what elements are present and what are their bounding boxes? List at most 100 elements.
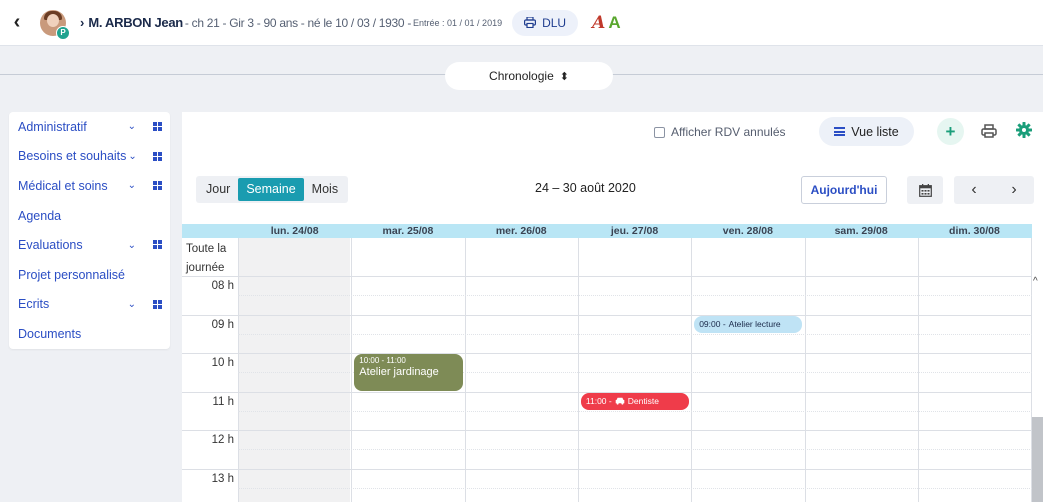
day-header[interactable]: lun. 24/08: [238, 224, 351, 238]
day-header[interactable]: sam. 29/08: [805, 224, 918, 238]
time-gutter: Toute la journée 08 h 09 h 10 h 11 h 12 h 13 …: [182, 238, 238, 502]
chevron-down-icon[interactable]: ⌄: [128, 151, 136, 162]
patient-avatar[interactable]: P: [40, 9, 70, 40]
half-hour-line: [238, 295, 1032, 297]
dlu-button[interactable]: DLU: [512, 9, 579, 36]
scrollbar-thumb[interactable]: [1032, 417, 1043, 502]
hour-line: [182, 430, 1032, 431]
day-column-divider: [917, 238, 919, 502]
half-hour-line: [238, 410, 1032, 412]
show-cancelled-label: Afficher RDV annulés: [671, 125, 786, 139]
calendar-event[interactable]: 11:00 - Dentiste: [580, 392, 690, 410]
view-tab-jour[interactable]: Jour: [198, 178, 238, 201]
sidebar-item-label: Ecrits: [18, 297, 50, 312]
hour-label: 10 h: [211, 357, 234, 369]
sidebar-item-label: Besoins et souhaits: [18, 149, 127, 164]
patient-info: - ch 21 - Gir 3 - 90 ans - né le 10 / 03…: [184, 15, 412, 30]
calendar-event[interactable]: 09:00 - Atelier lecture: [694, 315, 803, 333]
grid-icon[interactable]: [153, 151, 162, 161]
hour-label: 09 h: [211, 318, 234, 331]
event-time: 09:00 -: [699, 319, 726, 330]
day-column-divider: [351, 238, 353, 502]
sort-caret-icon: ⬍: [559, 70, 569, 83]
day-header[interactable]: mer. 26/08: [465, 224, 578, 238]
sidebar-item-projet-personnalisé[interactable]: Projet personnalisé: [9, 260, 170, 290]
chevron-down-icon[interactable]: ⌄: [128, 121, 136, 132]
avatar-badge: P: [56, 25, 70, 40]
chevron-down-icon[interactable]: ⌄: [128, 299, 136, 310]
week-calendar: lun. 24/08 mar. 25/08 mer. 26/08 jeu. 27/08…: [182, 224, 1032, 502]
print-icon: [524, 17, 537, 28]
hour-line: [182, 353, 1032, 354]
list-view-button[interactable]: Vue liste: [819, 117, 914, 146]
avatar-face: [47, 13, 59, 27]
calendar-event[interactable]: 10:00 - 11:00 Atelier jardinage: [354, 354, 463, 391]
show-cancelled-checkbox[interactable]: Afficher RDV annulés: [654, 125, 786, 139]
event-title: Atelier jardinage: [359, 366, 439, 378]
day-header[interactable]: ven. 28/08: [691, 224, 804, 238]
grid-icon[interactable]: [153, 181, 162, 191]
sidebar: Administratif ⌄ Besoins et souhaits ⌄ Médica…: [9, 112, 170, 349]
day-header[interactable]: dim. 30/08: [918, 224, 1031, 238]
allday-label: Toute la journée: [186, 243, 227, 274]
view-tab-semaine[interactable]: Semaine: [238, 178, 304, 201]
logo-a-icon: A: [592, 12, 606, 33]
day-column-divider: [238, 238, 239, 502]
sidebar-item-label: Evaluations: [18, 238, 83, 253]
grid-icon[interactable]: [153, 299, 162, 309]
day-header[interactable]: mar. 25/08: [351, 224, 464, 238]
monday-shade: [238, 238, 350, 502]
calendar-nav: Jour Semaine Mois 24 – 30 août 2020 Aujour…: [182, 176, 1043, 206]
add-event-button[interactable]: +: [937, 118, 964, 145]
chevron-down-icon[interactable]: ⌄: [128, 240, 136, 251]
half-hour-line: [238, 333, 1032, 335]
back-button[interactable]: ‹: [0, 0, 34, 46]
chronologie-select[interactable]: Chronologie ⬍: [445, 62, 613, 90]
today-button[interactable]: Aujourd'hui: [801, 176, 887, 204]
hour-label: 11 h: [212, 395, 234, 408]
list-view-label: Vue liste: [851, 124, 899, 139]
gear-icon[interactable]: [1015, 121, 1033, 139]
calendar-picker-button[interactable]: [907, 176, 943, 204]
sidebar-item-besoins-et-souhaits[interactable]: Besoins et souhaits ⌄: [9, 142, 170, 172]
sidebar-item-documents[interactable]: Documents: [9, 319, 170, 349]
calendar-icon: [918, 183, 932, 197]
chevron-right-icon: ›: [80, 15, 85, 30]
event-title: Atelier lecture: [728, 319, 781, 330]
sidebar-item-label: Médical et soins: [18, 178, 108, 193]
day-column-divider: [464, 238, 466, 502]
view-tab-mois[interactable]: Mois: [304, 178, 346, 201]
event-time: 10:00 - 11:00: [359, 356, 406, 365]
grid-icon[interactable]: [153, 122, 162, 131]
logo-leaf-icon: A: [608, 12, 621, 32]
grid-icon[interactable]: [153, 240, 162, 250]
sidebar-item-médical-et-soins[interactable]: Médical et soins ⌄: [9, 171, 170, 201]
day-column-divider: [691, 238, 693, 502]
sidebar-item-label: Projet personnalisé: [18, 267, 126, 282]
half-hour-line: [238, 449, 1032, 451]
sidebar-item-label: Administratif: [18, 119, 87, 134]
patient-header: ‹ P › M. ARBON Jean - ch 21 - Gir 3 - 90…: [0, 0, 1043, 46]
allday-divider: [182, 276, 1032, 277]
scroll-up-icon[interactable]: ^: [1033, 276, 1038, 287]
sidebar-item-evaluations[interactable]: Evaluations ⌄: [9, 230, 170, 260]
date-range-title: 24 – 30 août 2020: [535, 181, 636, 195]
hour-label: 08 h: [211, 280, 234, 292]
day-column-divider: [577, 238, 579, 502]
day-header[interactable]: jeu. 27/08: [578, 224, 691, 238]
next-week-button[interactable]: ›: [994, 176, 1034, 204]
prev-next-group: ‹ ›: [954, 176, 1034, 204]
patient-name[interactable]: M. ARBON Jean: [88, 15, 183, 30]
chevron-down-icon[interactable]: ⌄: [128, 180, 136, 191]
hour-label: 13 h: [211, 472, 234, 485]
list-icon: [834, 127, 846, 136]
sidebar-item-administratif[interactable]: Administratif ⌄: [9, 112, 170, 142]
patient-entry-date: Entrée : 01 / 01 / 2019: [413, 17, 503, 28]
sidebar-item-agenda[interactable]: Agenda: [9, 201, 170, 231]
sidebar-item-ecrits[interactable]: Ecrits ⌄: [9, 290, 170, 320]
print-icon[interactable]: [980, 122, 998, 140]
checkbox-box[interactable]: [654, 126, 665, 138]
calendar-day-header: lun. 24/08 mar. 25/08 mer. 26/08 jeu. 27/08…: [182, 224, 1032, 238]
prev-week-button[interactable]: ‹: [954, 176, 994, 204]
hour-line: [182, 314, 1032, 316]
